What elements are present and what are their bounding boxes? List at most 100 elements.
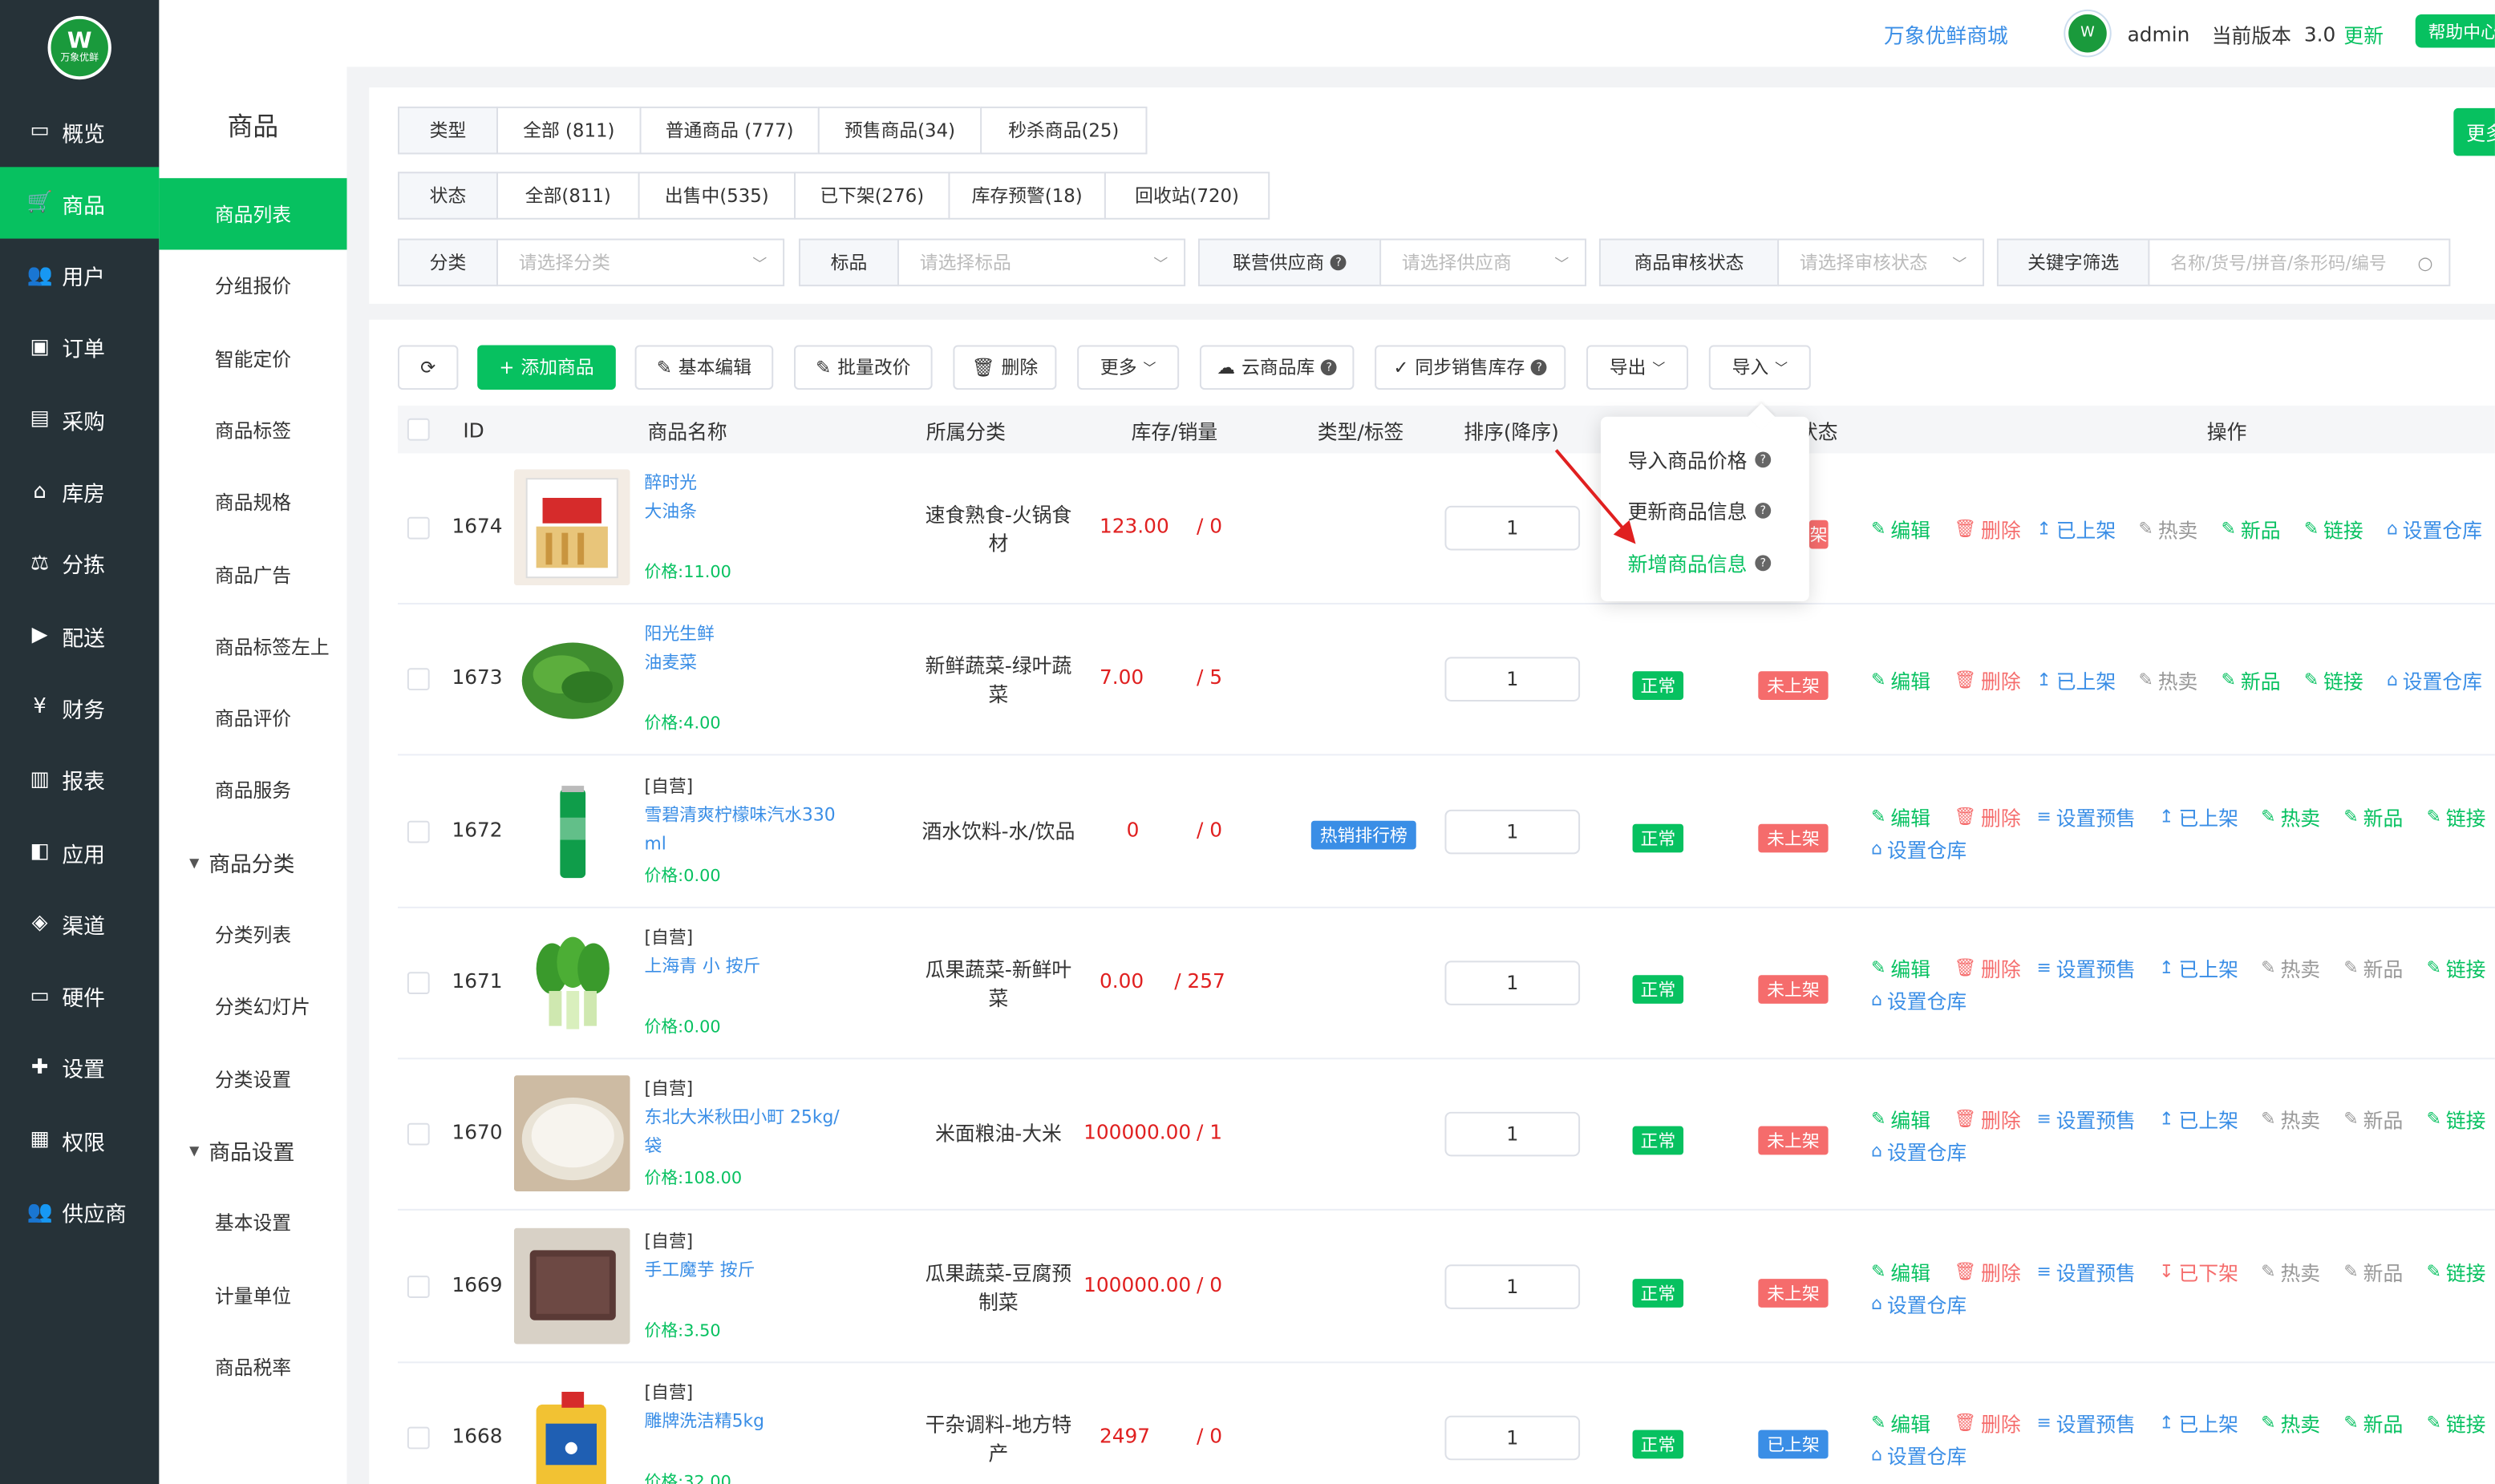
op-edit-button[interactable]: ✎ 编辑: [1871, 1256, 1930, 1286]
op-link-button[interactable]: ✎ 链接: [2427, 1407, 2486, 1437]
cloud-library-button[interactable]: ☁ 云商品库?: [1199, 345, 1355, 390]
op-hot-button[interactable]: ✎ 热卖: [2261, 1104, 2320, 1134]
op-warehouse-button[interactable]: ⌂ 设置仓库: [2387, 514, 2482, 544]
sort-input[interactable]: 1: [1444, 960, 1581, 1005]
op-on-button[interactable]: ↥ 已上架: [2037, 665, 2116, 696]
site-name[interactable]: 万象优鲜商城: [1884, 0, 2008, 67]
op-presale-button[interactable]: ≡ 设置预售: [2037, 952, 2136, 983]
add-product-button[interactable]: + 添加商品: [477, 345, 616, 390]
subnav-item-17[interactable]: 商品税率: [159, 1331, 346, 1402]
op-on-button[interactable]: ↥ 已上架: [2159, 801, 2238, 831]
product-name-block[interactable]: [自营] 雕牌洗洁精5kg: [645, 1379, 852, 1436]
op-link-button[interactable]: ✎ 链接: [2427, 1104, 2486, 1134]
subnav-item-1[interactable]: 商品列表: [159, 178, 347, 250]
status-tab-3[interactable]: 已下架(276): [794, 172, 950, 220]
op-hot-button[interactable]: ✎ 热卖: [2138, 514, 2197, 544]
op-presale-button[interactable]: ≡ 设置预售: [2037, 1256, 2136, 1286]
keyword-input[interactable]: 名称/货号/拼音/条形码/编号 ○: [2148, 238, 2451, 287]
op-delete-button[interactable]: 🗑 删除: [1954, 801, 2020, 831]
type-tab-3[interactable]: 预售商品(34): [817, 106, 982, 155]
product-image[interactable]: [513, 772, 630, 889]
sidebar-item-7[interactable]: ⚖ 分拣: [0, 528, 159, 599]
sort-input[interactable]: 1: [1444, 1415, 1581, 1460]
product-image[interactable]: ●: [513, 1378, 630, 1484]
subnav-item-16[interactable]: 计量单位: [159, 1259, 346, 1330]
op-warehouse-button[interactable]: ⌂ 设置仓库: [2387, 665, 2482, 696]
sidebar-item-6[interactable]: ⌂ 库房: [0, 455, 159, 527]
avatar[interactable]: W: [2065, 10, 2110, 56]
row-checkbox[interactable]: [407, 1123, 430, 1146]
help-center-button[interactable]: 帮助中心: [2415, 14, 2495, 48]
header-stock[interactable]: 库存/销量: [1132, 406, 1218, 454]
op-new-button[interactable]: ✎ 新品: [2222, 514, 2281, 544]
op-on-button[interactable]: ↥ 已上架: [2159, 1104, 2238, 1134]
basic-edit-button[interactable]: ✎ 基本编辑: [634, 345, 774, 390]
op-delete-button[interactable]: 🗑 删除: [1954, 1407, 2020, 1437]
op-link-button[interactable]: ✎ 链接: [2427, 1256, 2486, 1286]
op-edit-button[interactable]: ✎ 编辑: [1871, 801, 1930, 831]
op-edit-button[interactable]: ✎ 编辑: [1871, 1104, 1930, 1134]
row-checkbox[interactable]: [407, 1275, 430, 1297]
product-name-block[interactable]: 阳光生鲜 油麦菜: [645, 621, 852, 677]
op-warehouse-button[interactable]: ⌂ 设置仓库: [1871, 1288, 1966, 1318]
category-select[interactable]: 请选择分类 ﹀: [496, 238, 785, 287]
op-new-button[interactable]: ✎ 新品: [2222, 665, 2281, 696]
op-delete-button[interactable]: 🗑 删除: [1954, 665, 2020, 696]
subnav-item-11[interactable]: 分类列表: [159, 899, 346, 970]
mark-select[interactable]: 请选择标品 ﹀: [897, 238, 1186, 287]
batch-price-button[interactable]: ✎ 批量改价: [794, 345, 933, 390]
update-link[interactable]: 更新: [2343, 0, 2384, 67]
sidebar-item-3[interactable]: 👥 用户: [0, 240, 159, 311]
row-checkbox[interactable]: [407, 516, 430, 540]
op-on-button[interactable]: ↥ 已上架: [2037, 514, 2116, 544]
subnav-item-12[interactable]: 分类幻灯片: [159, 971, 346, 1042]
sort-input[interactable]: 1: [1444, 1112, 1581, 1157]
type-tab-1[interactable]: 全部 (811): [496, 106, 642, 155]
subnav-item-15[interactable]: 基本设置: [159, 1187, 346, 1258]
sidebar-item-8[interactable]: ▶ 配送: [0, 600, 159, 671]
op-hot-button[interactable]: ✎ 热卖: [2261, 1407, 2320, 1437]
sidebar-item-5[interactable]: ▤ 采购: [0, 384, 159, 455]
subnav-item-7[interactable]: 商品标签左上: [159, 610, 346, 681]
sidebar-item-15[interactable]: ▦ 权限: [0, 1104, 159, 1175]
subnav-item-3[interactable]: 智能定价: [159, 322, 346, 394]
subnav-item-6[interactable]: 商品广告: [159, 539, 346, 610]
op-hot-button[interactable]: ✎ 热卖: [2261, 952, 2320, 983]
sidebar-item-14[interactable]: ✚ 设置: [0, 1032, 159, 1103]
subnav-item-9[interactable]: 商品服务: [159, 754, 346, 826]
op-link-button[interactable]: ✎ 链接: [2427, 801, 2486, 831]
op-delete-button[interactable]: 🗑 删除: [1954, 1256, 2020, 1286]
op-new-button[interactable]: ✎ 新品: [2343, 1256, 2403, 1286]
subnav-group-10[interactable]: ▼ 商品分类: [159, 827, 346, 898]
sync-stock-button[interactable]: ✓ 同步销售库存?: [1375, 345, 1566, 390]
op-delete-button[interactable]: 🗑 删除: [1954, 952, 2020, 983]
row-checkbox[interactable]: [407, 972, 430, 994]
row-checkbox[interactable]: [407, 1426, 430, 1450]
subnav-item-13[interactable]: 分类设置: [159, 1043, 346, 1114]
op-edit-button[interactable]: ✎ 编辑: [1871, 952, 1930, 983]
subnav-item-4[interactable]: 商品标签: [159, 394, 346, 466]
op-on-button[interactable]: ↥ 已上架: [2159, 1407, 2238, 1437]
op-link-button[interactable]: ✎ 链接: [2304, 665, 2363, 696]
op-new-button[interactable]: ✎ 新品: [2343, 1407, 2403, 1437]
subnav-item-5[interactable]: 商品规格: [159, 467, 346, 538]
op-new-button[interactable]: ✎ 新品: [2343, 1104, 2403, 1134]
row-checkbox[interactable]: [407, 668, 430, 691]
import-button[interactable]: 导入 ﹀: [1708, 345, 1811, 390]
subnav-item-2[interactable]: 分组报价: [159, 250, 346, 321]
sidebar-item-4[interactable]: ▣ 订单: [0, 312, 159, 383]
type-tab-4[interactable]: 秒杀商品(25): [980, 106, 1148, 155]
type-tab-2[interactable]: 普通商品 (777): [639, 106, 820, 155]
op-hot-button[interactable]: ✎ 热卖: [2261, 1256, 2320, 1286]
sidebar-item-10[interactable]: ▥ 报表: [0, 744, 159, 815]
op-warehouse-button[interactable]: ⌂ 设置仓库: [1871, 833, 1966, 863]
refresh-button[interactable]: ⟳: [398, 345, 459, 390]
export-button[interactable]: 导出 ﹀: [1586, 345, 1689, 390]
sidebar-item-12[interactable]: ◈ 渠道: [0, 888, 159, 960]
product-name-block[interactable]: [自营] 手工魔芋 按斤: [645, 1227, 852, 1284]
delete-button[interactable]: 🗑 删除: [953, 345, 1057, 390]
op-hot-button[interactable]: ✎ 热卖: [2261, 801, 2320, 831]
sidebar-item-11[interactable]: ◧ 应用: [0, 816, 159, 888]
op-new-button[interactable]: ✎ 新品: [2343, 952, 2403, 983]
op-presale-button[interactable]: ≡ 设置预售: [2037, 801, 2136, 831]
